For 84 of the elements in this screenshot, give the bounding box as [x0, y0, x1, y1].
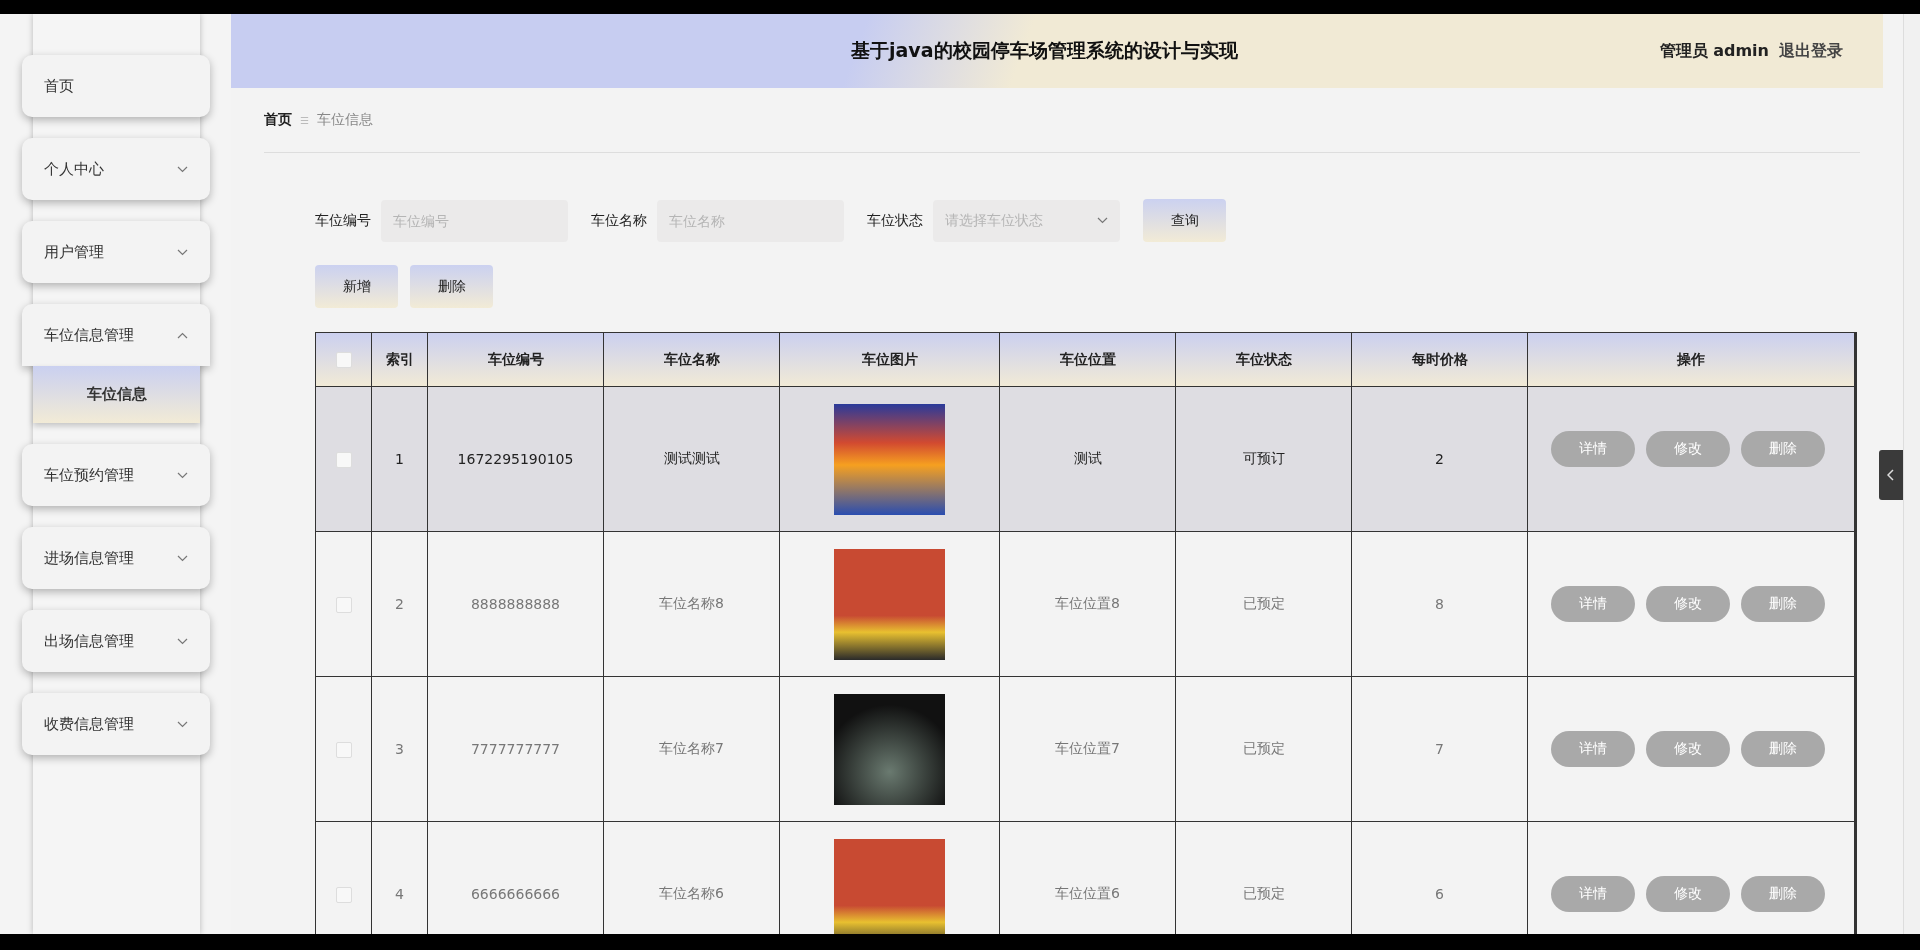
edit-button[interactable]: 修改: [1646, 431, 1730, 467]
table-cell: 8888888888: [470, 596, 561, 612]
table-cell: 车位名称6: [659, 885, 724, 901]
column-header: 车位图片: [779, 332, 1000, 387]
table-cell: 3: [395, 741, 404, 757]
table-cell: 8: [1435, 596, 1444, 612]
breadcrumb-home[interactable]: 首页: [264, 111, 292, 129]
chevron-down-icon: [177, 720, 188, 728]
detail-button[interactable]: 详情: [1551, 431, 1635, 467]
chevron-up-icon: [177, 331, 188, 339]
table-cell: 已预定: [1242, 740, 1285, 756]
menu-item[interactable]: 首页: [22, 55, 210, 117]
column-header: 车位位置: [999, 332, 1176, 387]
table-cell: 车位位置7: [1055, 740, 1120, 756]
field-label: 车位编号: [315, 211, 371, 230]
table-cell: 6: [1435, 886, 1444, 902]
table-cell: 车位名称7: [659, 740, 724, 756]
table-cell: 测试: [1073, 450, 1102, 466]
checkbox[interactable]: [335, 451, 352, 468]
logout-link[interactable]: 退出登录: [1779, 40, 1843, 62]
table-row[interactable]: 4 6666666666 车位名称6 车位位置6 已预定 6 详情 修改 删除: [315, 821, 1856, 934]
field-label: 车位名称: [591, 211, 647, 230]
table-cell: 6666666666: [470, 886, 561, 902]
menu-item[interactable]: 进场信息管理: [22, 527, 210, 589]
detail-button[interactable]: 详情: [1551, 586, 1635, 622]
table-row[interactable]: 3 7777777777 车位名称7 车位位置7 已预定 7 详情 修改 删除: [315, 676, 1856, 822]
menu-item[interactable]: 车位信息管理: [22, 304, 210, 366]
chevron-down-icon: [1097, 217, 1108, 224]
column-header: 车位编号: [427, 332, 604, 387]
delete-button[interactable]: 删除: [1741, 586, 1825, 622]
table-cell: 1672295190105: [457, 451, 574, 467]
edit-button[interactable]: 修改: [1646, 731, 1730, 767]
menu-item[interactable]: 车位预约管理: [22, 444, 210, 506]
table-cell: 可预订: [1242, 450, 1285, 466]
column-header: 每时价格: [1351, 332, 1528, 387]
chevron-down-icon: [177, 471, 188, 479]
table-cell: 1: [395, 451, 404, 467]
table-cell: 车位位置8: [1055, 595, 1120, 611]
detail-button[interactable]: 详情: [1551, 876, 1635, 912]
query-button[interactable]: 查询: [1143, 199, 1226, 242]
table-cell: 4: [395, 886, 404, 902]
edit-button[interactable]: 修改: [1646, 876, 1730, 912]
table-cell: 已预定: [1242, 595, 1285, 611]
table-cell: 已预定: [1242, 885, 1285, 901]
edit-button[interactable]: 修改: [1646, 586, 1730, 622]
system-title: 基于java的校园停车场管理系统的设计与实现: [851, 38, 1238, 63]
chevron-down-icon: [177, 554, 188, 562]
delete-button[interactable]: 删除: [410, 265, 493, 308]
delete-button[interactable]: 删除: [1741, 431, 1825, 467]
user-label: 管理员 admin: [1659, 40, 1769, 62]
checkbox[interactable]: [335, 886, 352, 903]
table-cell: 测试测试: [663, 450, 720, 466]
table-row[interactable]: 2 8888888888 车位名称8 车位位置8 已预定 8 详情 修改 删除: [315, 531, 1856, 677]
column-header: 车位状态: [1175, 332, 1352, 387]
field-label: 车位状态: [867, 211, 923, 230]
collapse-tab[interactable]: [1879, 450, 1903, 500]
chevron-down-icon: [177, 248, 188, 256]
menu-item[interactable]: 收费信息管理: [22, 693, 210, 755]
delete-button[interactable]: 删除: [1741, 731, 1825, 767]
table-cell: 2: [1435, 451, 1444, 467]
chevron-left-icon: [1887, 469, 1895, 481]
table-cell: 7: [1435, 741, 1444, 757]
menu-item[interactable]: 个人中心: [22, 138, 210, 200]
menu-item[interactable]: 用户管理: [22, 221, 210, 283]
column-header: 索引: [371, 332, 428, 387]
chevron-down-icon: [177, 637, 188, 645]
checkbox[interactable]: [335, 741, 352, 758]
table-row[interactable]: 1 1672295190105 测试测试 测试 可预订 2 详情 修改 删除: [315, 386, 1856, 532]
menu-item[interactable]: 出场信息管理: [22, 610, 210, 672]
checkbox[interactable]: [335, 352, 352, 368]
breadcrumb-separator: ☰: [300, 114, 309, 126]
column-header: 操作: [1527, 332, 1856, 387]
table-cell: 车位位置6: [1055, 885, 1120, 901]
column-header: 车位名称: [603, 332, 780, 387]
submenu-item[interactable]: 车位信息: [33, 366, 200, 423]
table-cell: 2: [395, 596, 404, 612]
checkbox[interactable]: [335, 596, 352, 613]
table-cell: 7777777777: [470, 741, 561, 757]
breadcrumb-current: 车位信息: [316, 111, 373, 129]
delete-button[interactable]: 删除: [1741, 876, 1825, 912]
chevron-down-icon: [177, 165, 188, 173]
detail-button[interactable]: 详情: [1551, 731, 1635, 767]
table-cell: 车位名称8: [659, 595, 724, 611]
add-button[interactable]: 新增: [315, 265, 398, 308]
